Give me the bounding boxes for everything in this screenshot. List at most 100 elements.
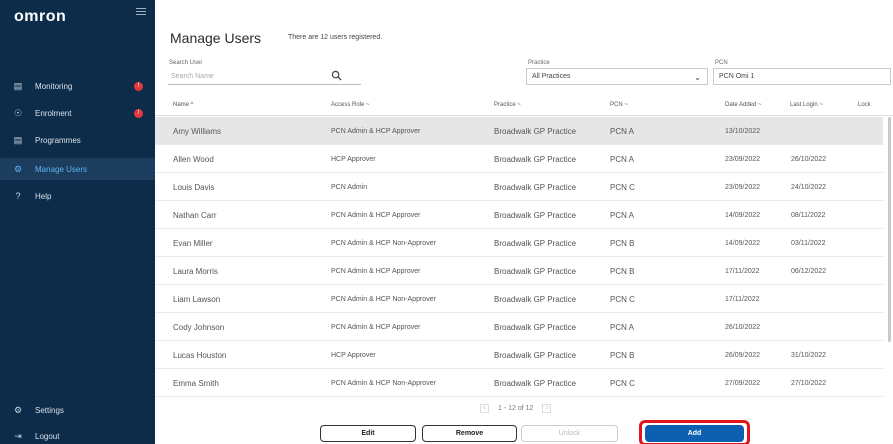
sidebar-item-label: Monitoring [35,81,73,91]
practice-label: Practice [528,60,550,66]
alert-badge: ! [134,108,143,118]
programmes-icon: ▤ [13,134,23,145]
table-row[interactable]: Nathan Carr PCN Admin & HCP Approver Bro… [155,201,883,229]
cell-practice: Broadwalk GP Practice [494,239,577,248]
cell-date-added: 26/10/2022 [725,324,761,331]
column-header-practice[interactable]: Practice ~ [494,102,521,108]
cell-last-login: 26/10/2022 [791,156,827,163]
cell-name: Emma Smith [173,379,219,388]
table-row[interactable]: Amy Williams PCN Admin & HCP Approver Br… [155,117,883,145]
cell-access-role: PCN Admin & HCP Non-Approver [331,240,436,247]
sidebar-item-monitoring[interactable]: ▤ Monitoring ! [0,75,155,97]
table-row[interactable]: Cody Johnson PCN Admin & HCP Approver Br… [155,313,883,341]
cell-pcn: PCN A [610,323,635,332]
search-icon[interactable] [331,70,342,81]
sidebar-item-label: Help [35,191,52,201]
add-button-highlight [639,420,750,444]
column-header-access-role[interactable]: Access Role ~ [331,102,370,108]
sidebar: omron ▤ Monitoring ! ☉ Enrolment ! ▤ Pro… [0,0,155,444]
sidebar-item-label: Programmes [35,135,81,145]
cell-date-added: 27/09/2022 [725,380,761,387]
pcn-select-value: PCN Omi 1 [719,73,755,80]
pagination-text: 1 - 12 of 12 [498,405,534,412]
column-header-pcn[interactable]: PCN ~ [610,102,628,108]
sidebar-item-label: Enrolment [35,108,72,118]
cell-date-added: 13/10/2022 [725,128,761,135]
cell-access-role: PCN Admin & HCP Approver [331,128,421,135]
cell-pcn: PCN A [610,127,635,136]
cell-name: Lucas Houston [173,351,227,360]
manage-users-icon: ⚙ [13,163,23,174]
sidebar-item-programmes[interactable]: ▤ Programmes [0,129,155,151]
cell-access-role: PCN Admin & HCP Approver [331,324,421,331]
table-row[interactable]: Emma Smith PCN Admin & HCP Non-Approver … [155,369,883,397]
cell-date-added: 14/09/2022 [725,212,761,219]
cell-date-added: 17/11/2022 [725,296,760,303]
cell-name: Laura Morris [173,267,218,276]
cell-practice: Broadwalk GP Practice [494,295,577,304]
practice-select[interactable]: All Practices ⌄ [526,68,708,85]
main-content: Manage Users There are 12 users register… [155,0,893,444]
cell-practice: Broadwalk GP Practice [494,267,577,276]
cell-last-login: 08/11/2022 [791,212,826,219]
cell-date-added: 17/11/2022 [725,268,760,275]
search-label: Search User [169,60,203,66]
search-placeholder: Search Name [171,72,214,80]
users-count-text: There are 12 users registered. [288,34,383,41]
cell-pcn: PCN C [610,379,635,388]
hamburger-menu-icon[interactable] [136,8,146,18]
cell-practice: Broadwalk GP Practice [494,323,577,332]
alert-badge: ! [134,81,143,91]
cell-date-added: 14/09/2022 [725,240,761,247]
pcn-select[interactable]: PCN Omi 1 [713,68,891,85]
cell-pcn: PCN A [610,211,635,220]
cell-access-role: HCP Approver [331,156,376,163]
page-title: Manage Users [170,30,262,46]
table-row[interactable]: Liam Lawson PCN Admin & HCP Non-Approver… [155,285,883,313]
prev-page-button[interactable]: < [480,404,489,413]
omron-logo: omron [14,8,67,25]
unlock-button[interactable]: Unlock [521,425,618,442]
cell-last-login: 03/11/2022 [791,240,826,247]
cell-pcn: PCN B [610,239,635,248]
table-row[interactable]: Allen Wood HCP Approver Broadwalk GP Pra… [155,145,883,173]
enrolment-icon: ☉ [13,107,23,118]
practice-select-value: All Practices [532,73,571,80]
cell-access-role: PCN Admin & HCP Non-Approver [331,380,436,387]
cell-access-role: PCN Admin & HCP Approver [331,268,421,275]
table-scrollbar[interactable] [888,117,891,342]
column-header-last-login[interactable]: Last Login ~ [790,102,823,108]
sidebar-item-settings[interactable]: ⚙ Settings [0,399,155,421]
cell-name: Evan Miller [173,239,213,248]
table-row[interactable]: Evan Miller PCN Admin & HCP Non-Approver… [155,229,883,257]
cell-practice: Broadwalk GP Practice [494,127,577,136]
sidebar-item-help[interactable]: ? Help [0,185,155,207]
help-icon: ? [15,191,21,201]
sidebar-item-enrolment[interactable]: ☉ Enrolment ! [0,102,155,124]
sidebar-item-label: Logout [35,431,60,441]
table-row[interactable]: Louis Davis PCN Admin Broadwalk GP Pract… [155,173,883,201]
sidebar-item-logout[interactable]: ⇥ Logout [0,425,155,444]
table-row[interactable]: Lucas Houston HCP Approver Broadwalk GP … [155,341,883,369]
edit-button[interactable]: Edit [320,425,416,442]
remove-button[interactable]: Remove [422,425,517,442]
cell-pcn: PCN B [610,351,635,360]
cell-access-role: PCN Admin & HCP Non-Approver [331,296,436,303]
cell-pcn: PCN B [610,267,635,276]
table-header: Name ^ Access Role ~ Practice ~ PCN ~ Da… [155,96,893,116]
cell-practice: Broadwalk GP Practice [494,183,577,192]
table-row[interactable]: Laura Morris PCN Admin & HCP Approver Br… [155,257,883,285]
sidebar-item-manage-users[interactable]: ⚙ Manage Users [0,158,155,180]
logout-icon: ⇥ [14,430,22,441]
cell-practice: Broadwalk GP Practice [494,379,577,388]
cell-pcn: PCN C [610,183,635,192]
column-header-name[interactable]: Name ^ [173,102,194,108]
cell-practice: Broadwalk GP Practice [494,155,577,164]
cell-date-added: 26/09/2022 [725,352,761,359]
next-page-button[interactable]: > [542,404,552,413]
column-header-date-added[interactable]: Date Added ~ [725,102,762,108]
pcn-label: PCN [715,60,728,66]
cell-name: Nathan Carr [173,211,217,220]
sidebar-item-label: Manage Users [35,164,88,174]
cell-pcn: PCN C [610,295,635,304]
